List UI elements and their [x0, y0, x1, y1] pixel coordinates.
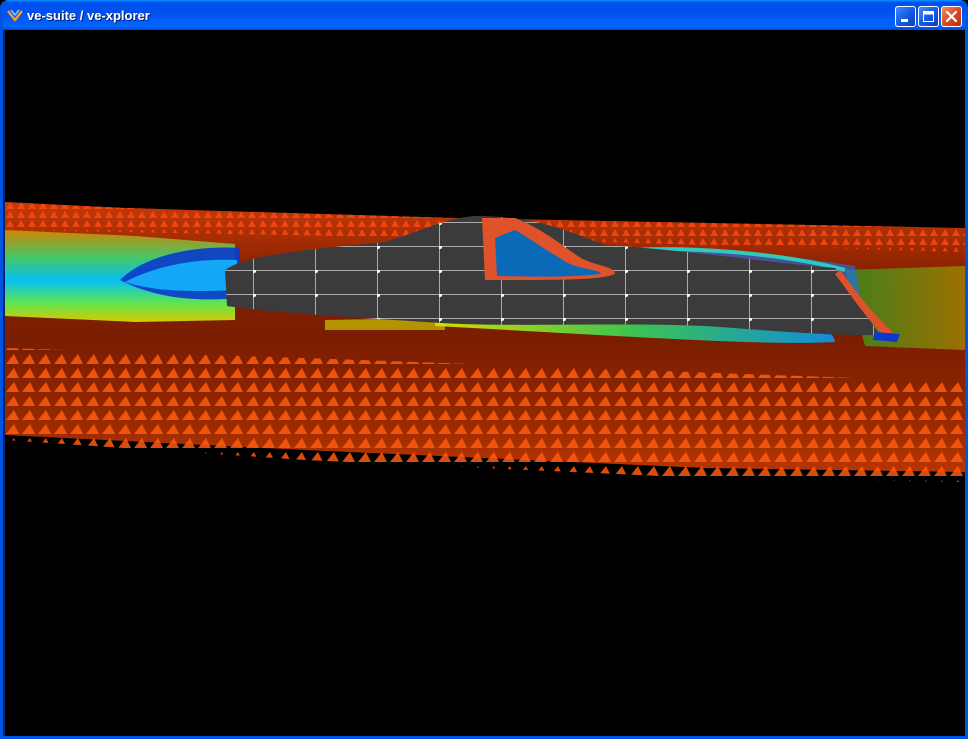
title-bar[interactable]: ve-suite / ve-xplorer	[3, 0, 965, 30]
minimize-button[interactable]	[895, 6, 916, 27]
close-button[interactable]	[941, 6, 962, 27]
3d-viewport[interactable]	[5, 30, 965, 736]
maximize-icon	[923, 11, 934, 22]
close-icon	[945, 10, 958, 23]
window-title: ve-suite / ve-xplorer	[27, 8, 150, 23]
ve-suite-app-icon[interactable]	[7, 8, 23, 22]
app-window: ve-suite / ve-xplorer	[0, 0, 968, 739]
minimize-icon	[901, 19, 908, 22]
maximize-button[interactable]	[918, 6, 939, 27]
flow-visualization	[5, 202, 965, 482]
